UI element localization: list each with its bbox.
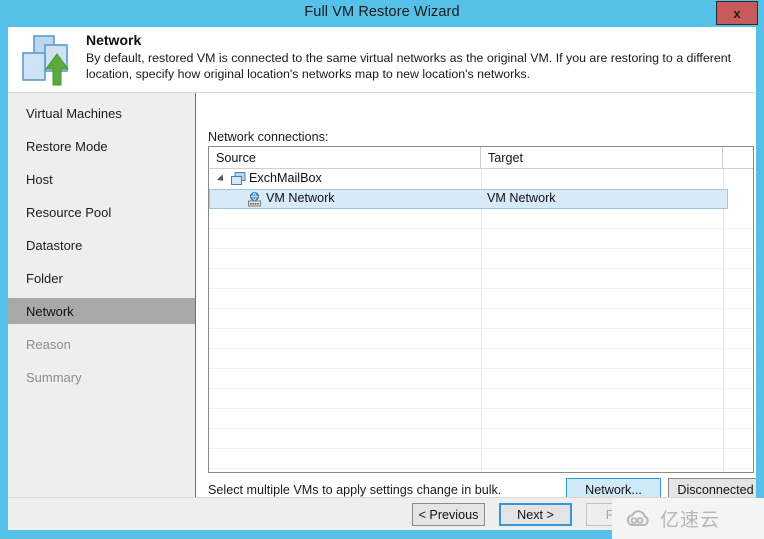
network-restore-icon [20,33,82,87]
table-row[interactable] [209,349,753,369]
sidebar-item-summary: Summary [8,364,195,390]
close-icon: x [733,7,740,20]
table-cell-source: VM Network [266,191,335,205]
sidebar-item-datastore[interactable]: Datastore [8,232,195,258]
vm-icon [231,172,246,186]
watermark-text: 亿速云 [660,505,720,532]
grid-header-row: Source Target [209,147,753,169]
network-adapter-icon [247,192,262,207]
button-label: Next > [517,508,554,522]
sidebar-item-label: Restore Mode [26,139,108,154]
sidebar-item-network[interactable]: Network [8,298,195,324]
cloud-logo-icon [624,509,654,529]
grid-label: Network connections: [208,130,328,144]
watermark: 亿速云 [612,498,764,539]
title-bar: Full VM Restore Wizard x [0,0,764,27]
sidebar-item-label: Folder [26,271,63,286]
table-row[interactable] [209,309,753,329]
previous-button[interactable]: < Previous [412,503,485,526]
table-row[interactable] [209,229,753,249]
table-row[interactable] [209,409,753,429]
wizard-step-sidebar: Virtual Machines Restore Mode Host Resou… [8,93,196,497]
sidebar-item-label: Host [26,172,53,187]
table-row[interactable] [209,209,753,229]
table-row[interactable] [209,249,753,269]
table-row-network-adapter[interactable]: VM Network VM Network [209,189,728,209]
table-row[interactable] [209,329,753,349]
sidebar-item-restore-mode[interactable]: Restore Mode [8,133,195,159]
table-row[interactable] [209,429,753,449]
column-header-label: Source [216,151,256,165]
banner-title: Network [86,32,141,48]
button-label: < Previous [419,508,479,522]
wizard-banner: Network By default, restored VM is conne… [8,27,756,93]
column-header-spare[interactable] [723,147,753,168]
button-label: Network... [585,483,642,497]
sidebar-item-virtual-machines[interactable]: Virtual Machines [8,100,195,126]
table-row-vm[interactable]: ExchMailBox [209,169,753,189]
sidebar-item-host[interactable]: Host [8,166,195,192]
table-cell-target: VM Network [487,191,556,205]
client-area: Network By default, restored VM is conne… [8,27,756,530]
grid-body: ExchMailBox VM Network [209,169,753,472]
sidebar-item-label: Virtual Machines [26,106,122,121]
bulk-hint-text: Select multiple VMs to apply settings ch… [208,483,501,497]
expander-triangle-icon[interactable] [217,174,226,183]
table-cell-source: ExchMailBox [249,171,322,185]
close-button[interactable]: x [716,1,758,25]
table-row[interactable] [209,269,753,289]
sidebar-item-label: Resource Pool [26,205,111,220]
network-connections-grid: Source Target [208,146,754,473]
table-row[interactable] [209,289,753,309]
column-header-source[interactable]: Source [209,147,481,168]
full-vm-restore-wizard-window: Full VM Restore Wizard x Network By defa… [0,0,764,539]
window-title: Full VM Restore Wizard [0,4,764,20]
main-pane: Network connections: Source Target [197,93,756,497]
sidebar-item-label: Network [26,304,74,319]
sidebar-item-folder[interactable]: Folder [8,265,195,291]
column-header-label: Target [488,151,523,165]
button-label: Disconnected [677,483,753,497]
table-row[interactable] [209,389,753,409]
banner-description: By default, restored VM is connected to … [86,50,746,82]
sidebar-item-label: Reason [26,337,71,352]
sidebar-item-reason: Reason [8,331,195,357]
sidebar-item-label: Datastore [26,238,82,253]
sidebar-item-label: Summary [26,370,82,385]
column-header-target[interactable]: Target [481,147,723,168]
next-button[interactable]: Next > [499,503,572,526]
sidebar-item-resource-pool[interactable]: Resource Pool [8,199,195,225]
table-row[interactable] [209,369,753,389]
table-row[interactable] [209,449,753,469]
